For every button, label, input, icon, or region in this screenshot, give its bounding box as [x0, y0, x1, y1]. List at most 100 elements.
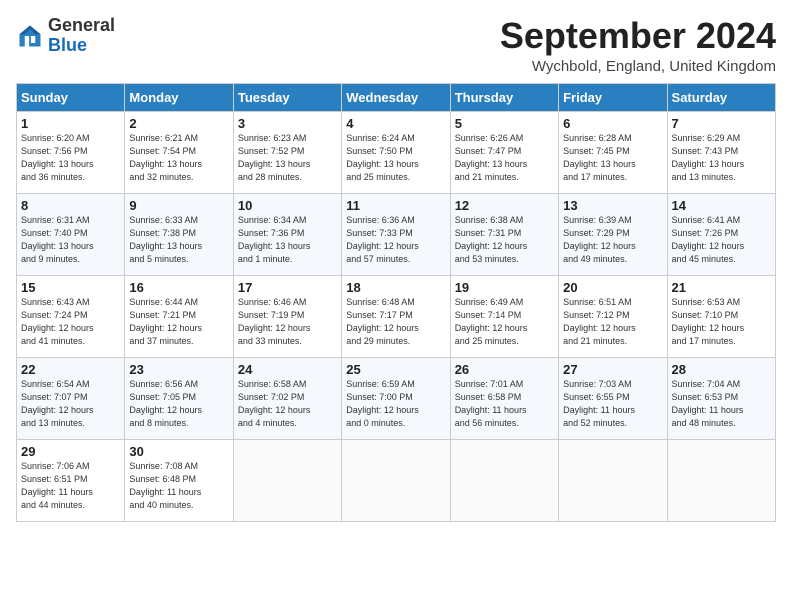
- location-subtitle: Wychbold, England, United Kingdom: [500, 58, 776, 75]
- calendar-cell: 16Sunrise: 6:44 AM Sunset: 7:21 PM Dayli…: [125, 275, 233, 357]
- day-number: 9: [129, 198, 228, 213]
- title-block: September 2024 Wychbold, England, United…: [500, 16, 776, 75]
- day-info: Sunrise: 6:21 AM Sunset: 7:54 PM Dayligh…: [129, 132, 228, 184]
- calendar-cell: 13Sunrise: 6:39 AM Sunset: 7:29 PM Dayli…: [559, 193, 667, 275]
- day-number: 28: [672, 362, 771, 377]
- day-number: 4: [346, 116, 445, 131]
- day-info: Sunrise: 6:54 AM Sunset: 7:07 PM Dayligh…: [21, 378, 120, 430]
- calendar-cell: 22Sunrise: 6:54 AM Sunset: 7:07 PM Dayli…: [17, 357, 125, 439]
- calendar-cell: 4Sunrise: 6:24 AM Sunset: 7:50 PM Daylig…: [342, 111, 450, 193]
- day-info: Sunrise: 6:58 AM Sunset: 7:02 PM Dayligh…: [238, 378, 337, 430]
- day-number: 20: [563, 280, 662, 295]
- day-number: 16: [129, 280, 228, 295]
- day-number: 30: [129, 444, 228, 459]
- calendar-cell: 6Sunrise: 6:28 AM Sunset: 7:45 PM Daylig…: [559, 111, 667, 193]
- calendar-cell: 1Sunrise: 6:20 AM Sunset: 7:56 PM Daylig…: [17, 111, 125, 193]
- page-header: General Blue September 2024 Wychbold, En…: [16, 16, 776, 75]
- day-info: Sunrise: 7:06 AM Sunset: 6:51 PM Dayligh…: [21, 460, 120, 512]
- day-number: 22: [21, 362, 120, 377]
- calendar-cell: 8Sunrise: 6:31 AM Sunset: 7:40 PM Daylig…: [17, 193, 125, 275]
- calendar-cell: 20Sunrise: 6:51 AM Sunset: 7:12 PM Dayli…: [559, 275, 667, 357]
- column-header-wednesday: Wednesday: [342, 83, 450, 111]
- calendar-cell: 25Sunrise: 6:59 AM Sunset: 7:00 PM Dayli…: [342, 357, 450, 439]
- calendar-week-row: 22Sunrise: 6:54 AM Sunset: 7:07 PM Dayli…: [17, 357, 776, 439]
- day-number: 18: [346, 280, 445, 295]
- day-info: Sunrise: 6:44 AM Sunset: 7:21 PM Dayligh…: [129, 296, 228, 348]
- day-info: Sunrise: 7:01 AM Sunset: 6:58 PM Dayligh…: [455, 378, 554, 430]
- column-header-sunday: Sunday: [17, 83, 125, 111]
- day-info: Sunrise: 6:53 AM Sunset: 7:10 PM Dayligh…: [672, 296, 771, 348]
- calendar-cell: 11Sunrise: 6:36 AM Sunset: 7:33 PM Dayli…: [342, 193, 450, 275]
- day-number: 7: [672, 116, 771, 131]
- calendar-cell: 19Sunrise: 6:49 AM Sunset: 7:14 PM Dayli…: [450, 275, 558, 357]
- day-info: Sunrise: 6:48 AM Sunset: 7:17 PM Dayligh…: [346, 296, 445, 348]
- calendar-cell: 27Sunrise: 7:03 AM Sunset: 6:55 PM Dayli…: [559, 357, 667, 439]
- calendar-week-row: 15Sunrise: 6:43 AM Sunset: 7:24 PM Dayli…: [17, 275, 776, 357]
- column-header-thursday: Thursday: [450, 83, 558, 111]
- day-info: Sunrise: 6:56 AM Sunset: 7:05 PM Dayligh…: [129, 378, 228, 430]
- calendar-cell: 9Sunrise: 6:33 AM Sunset: 7:38 PM Daylig…: [125, 193, 233, 275]
- calendar-cell: 29Sunrise: 7:06 AM Sunset: 6:51 PM Dayli…: [17, 439, 125, 521]
- day-number: 6: [563, 116, 662, 131]
- calendar-cell: 5Sunrise: 6:26 AM Sunset: 7:47 PM Daylig…: [450, 111, 558, 193]
- day-number: 11: [346, 198, 445, 213]
- day-info: Sunrise: 6:23 AM Sunset: 7:52 PM Dayligh…: [238, 132, 337, 184]
- day-info: Sunrise: 6:36 AM Sunset: 7:33 PM Dayligh…: [346, 214, 445, 266]
- logo-icon: [16, 22, 44, 50]
- calendar-cell: [342, 439, 450, 521]
- day-info: Sunrise: 6:33 AM Sunset: 7:38 PM Dayligh…: [129, 214, 228, 266]
- day-number: 13: [563, 198, 662, 213]
- month-year-title: September 2024: [500, 16, 776, 56]
- calendar-header-row: SundayMondayTuesdayWednesdayThursdayFrid…: [17, 83, 776, 111]
- calendar-cell: 14Sunrise: 6:41 AM Sunset: 7:26 PM Dayli…: [667, 193, 775, 275]
- day-number: 24: [238, 362, 337, 377]
- day-number: 29: [21, 444, 120, 459]
- day-number: 21: [672, 280, 771, 295]
- day-info: Sunrise: 6:51 AM Sunset: 7:12 PM Dayligh…: [563, 296, 662, 348]
- calendar-cell: 30Sunrise: 7:08 AM Sunset: 6:48 PM Dayli…: [125, 439, 233, 521]
- day-info: Sunrise: 7:08 AM Sunset: 6:48 PM Dayligh…: [129, 460, 228, 512]
- day-number: 3: [238, 116, 337, 131]
- calendar-week-row: 1Sunrise: 6:20 AM Sunset: 7:56 PM Daylig…: [17, 111, 776, 193]
- calendar-table: SundayMondayTuesdayWednesdayThursdayFrid…: [16, 83, 776, 522]
- calendar-week-row: 8Sunrise: 6:31 AM Sunset: 7:40 PM Daylig…: [17, 193, 776, 275]
- logo-general: General: [48, 15, 115, 35]
- calendar-cell: 23Sunrise: 6:56 AM Sunset: 7:05 PM Dayli…: [125, 357, 233, 439]
- day-info: Sunrise: 6:38 AM Sunset: 7:31 PM Dayligh…: [455, 214, 554, 266]
- day-number: 23: [129, 362, 228, 377]
- logo-text: General Blue: [48, 16, 115, 56]
- calendar-cell: 17Sunrise: 6:46 AM Sunset: 7:19 PM Dayli…: [233, 275, 341, 357]
- day-info: Sunrise: 6:34 AM Sunset: 7:36 PM Dayligh…: [238, 214, 337, 266]
- day-info: Sunrise: 7:04 AM Sunset: 6:53 PM Dayligh…: [672, 378, 771, 430]
- logo-image: General Blue: [16, 16, 115, 56]
- day-number: 5: [455, 116, 554, 131]
- calendar-cell: [667, 439, 775, 521]
- day-number: 19: [455, 280, 554, 295]
- calendar-cell: [450, 439, 558, 521]
- logo: General Blue: [16, 16, 115, 56]
- calendar-cell: [559, 439, 667, 521]
- day-number: 25: [346, 362, 445, 377]
- day-number: 2: [129, 116, 228, 131]
- calendar-cell: 15Sunrise: 6:43 AM Sunset: 7:24 PM Dayli…: [17, 275, 125, 357]
- day-info: Sunrise: 7:03 AM Sunset: 6:55 PM Dayligh…: [563, 378, 662, 430]
- calendar-cell: 3Sunrise: 6:23 AM Sunset: 7:52 PM Daylig…: [233, 111, 341, 193]
- day-info: Sunrise: 6:43 AM Sunset: 7:24 PM Dayligh…: [21, 296, 120, 348]
- day-number: 8: [21, 198, 120, 213]
- calendar-cell: 18Sunrise: 6:48 AM Sunset: 7:17 PM Dayli…: [342, 275, 450, 357]
- day-info: Sunrise: 6:39 AM Sunset: 7:29 PM Dayligh…: [563, 214, 662, 266]
- logo-blue: Blue: [48, 35, 87, 55]
- day-info: Sunrise: 6:49 AM Sunset: 7:14 PM Dayligh…: [455, 296, 554, 348]
- day-number: 1: [21, 116, 120, 131]
- day-number: 15: [21, 280, 120, 295]
- calendar-cell: 28Sunrise: 7:04 AM Sunset: 6:53 PM Dayli…: [667, 357, 775, 439]
- day-info: Sunrise: 6:59 AM Sunset: 7:00 PM Dayligh…: [346, 378, 445, 430]
- day-number: 12: [455, 198, 554, 213]
- day-info: Sunrise: 6:41 AM Sunset: 7:26 PM Dayligh…: [672, 214, 771, 266]
- day-number: 10: [238, 198, 337, 213]
- calendar-cell: 21Sunrise: 6:53 AM Sunset: 7:10 PM Dayli…: [667, 275, 775, 357]
- calendar-cell: 10Sunrise: 6:34 AM Sunset: 7:36 PM Dayli…: [233, 193, 341, 275]
- day-info: Sunrise: 6:31 AM Sunset: 7:40 PM Dayligh…: [21, 214, 120, 266]
- calendar-cell: 7Sunrise: 6:29 AM Sunset: 7:43 PM Daylig…: [667, 111, 775, 193]
- calendar-week-row: 29Sunrise: 7:06 AM Sunset: 6:51 PM Dayli…: [17, 439, 776, 521]
